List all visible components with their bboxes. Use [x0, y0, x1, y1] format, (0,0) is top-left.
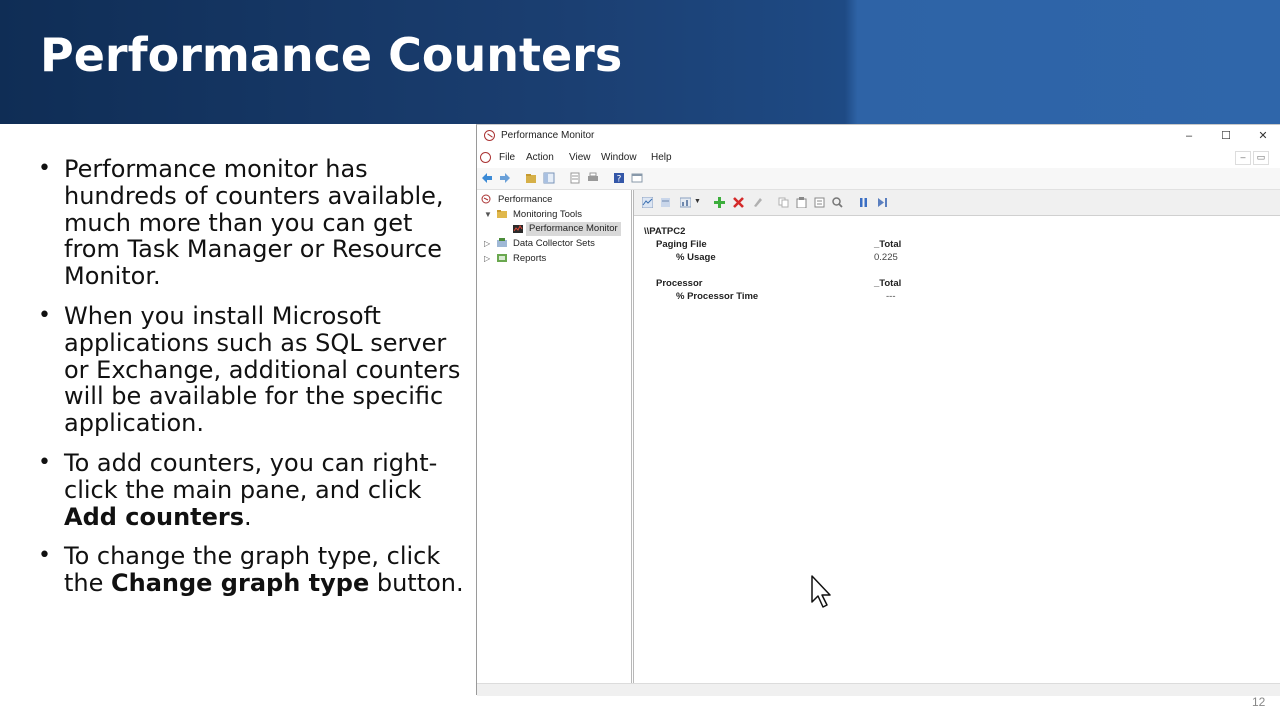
copy-properties-icon[interactable]	[778, 197, 789, 208]
performance-chart-icon	[513, 225, 523, 233]
bullet-dot: •	[38, 156, 51, 181]
bullet-text-prefix: To add counters, you can right-click the…	[64, 448, 438, 504]
mdi-restore-button[interactable]: ▭	[1253, 151, 1269, 165]
page-number: 12	[1252, 695, 1266, 709]
slide-title: Performance Counters	[40, 28, 623, 82]
object-name: Paging File	[656, 239, 707, 250]
bullet-item: • When you install Microsoft application…	[38, 303, 468, 437]
up-folder-icon[interactable]	[525, 172, 537, 184]
bullet-dot: •	[38, 543, 51, 569]
view-current-activity-icon[interactable]	[642, 197, 653, 208]
slide-header: Performance Counters	[0, 0, 1280, 124]
performance-monitor-window: Performance Monitor – ☐ ✕ File Action Vi…	[476, 124, 1280, 696]
perfmon-icon[interactable]	[480, 152, 491, 163]
main-pane[interactable]: ▼ \\PATPC2 Paging File _Total % Usage 0.…	[633, 190, 1280, 683]
console-icon[interactable]	[631, 172, 643, 184]
paste-counter-list-icon[interactable]	[796, 197, 807, 208]
close-button[interactable]: ✕	[1248, 127, 1278, 145]
menu-help[interactable]: Help	[651, 152, 672, 163]
bullet-text-suffix: button.	[369, 569, 464, 598]
menu-bar: File Action View Window Help – ▭	[477, 147, 1280, 168]
mdi-minimize-button[interactable]: –	[1235, 151, 1251, 165]
object-name: Processor	[656, 278, 703, 289]
menu-window[interactable]: Window	[601, 152, 637, 163]
instance-name: _Total	[874, 278, 902, 289]
menu-file[interactable]: File	[499, 152, 515, 163]
minimize-button[interactable]: –	[1174, 127, 1204, 145]
svg-text:?: ?	[617, 175, 622, 185]
tree-item-performance[interactable]: Performance	[498, 193, 552, 207]
back-arrow-icon[interactable]	[481, 172, 493, 184]
bullet-dot: •	[38, 449, 51, 475]
tree-item-performance-monitor[interactable]: Performance Monitor	[526, 222, 621, 236]
tree-item-data-collector-sets[interactable]: Data Collector Sets	[513, 237, 595, 251]
tree-item-reports[interactable]: Reports	[513, 252, 546, 266]
horizontal-scrollbar[interactable]	[477, 683, 1280, 696]
bullet-dot: •	[38, 302, 51, 328]
properties-icon[interactable]	[814, 197, 825, 208]
help-icon[interactable]: ?	[613, 172, 625, 184]
tree-item-monitoring-tools[interactable]: Monitoring Tools	[513, 208, 582, 222]
bullet-text-suffix: .	[244, 502, 252, 531]
computer-name: \\PATPC2	[644, 226, 686, 237]
counter-name: % Usage	[676, 252, 716, 263]
delete-counter-icon[interactable]	[733, 197, 744, 208]
print-icon[interactable]	[587, 172, 599, 184]
chevron-down-icon[interactable]: ▼	[484, 210, 492, 219]
bullet-text-bold: Add counters	[64, 502, 245, 531]
chevron-right-icon[interactable]: ▷	[484, 254, 490, 263]
properties-icon[interactable]	[569, 172, 581, 184]
bullet-text: When you install Microsoft applications …	[64, 301, 461, 438]
mouse-cursor-icon	[811, 575, 831, 608]
update-data-icon[interactable]	[877, 197, 888, 208]
reports-icon	[497, 254, 507, 262]
counter-value: 0.225	[874, 252, 898, 263]
change-graph-type-icon[interactable]	[680, 197, 691, 208]
bullet-item: • To change the graph type, click the Ch…	[38, 543, 468, 597]
data-collector-icon	[497, 238, 507, 247]
chevron-down-icon[interactable]: ▼	[694, 198, 701, 205]
add-counter-icon[interactable]	[714, 197, 725, 208]
view-log-data-icon[interactable]	[660, 197, 671, 208]
main-toolbar: ?	[477, 168, 1280, 190]
navigation-tree: Performance ▼ Monitoring Tools Performan…	[477, 190, 632, 683]
counter-value: ---	[886, 291, 896, 302]
menu-view[interactable]: View	[569, 152, 591, 163]
bullet-item: • To add counters, you can right-click t…	[38, 450, 468, 530]
bullet-text: Performance monitor has hundreds of coun…	[64, 155, 444, 291]
bullet-list: • Performance monitor has hundreds of co…	[38, 156, 468, 610]
chevron-right-icon[interactable]: ▷	[484, 239, 490, 248]
perfmon-icon	[481, 194, 491, 204]
instance-name: _Total	[874, 239, 902, 250]
freeze-display-icon[interactable]	[858, 197, 869, 208]
highlight-icon[interactable]	[752, 197, 763, 208]
maximize-button[interactable]: ☐	[1211, 127, 1241, 145]
show-hide-tree-icon[interactable]	[543, 172, 555, 184]
bullet-text-bold: Change graph type	[111, 569, 370, 598]
zoom-icon[interactable]	[832, 197, 843, 208]
folder-icon	[497, 210, 507, 218]
perfmon-icon	[484, 130, 495, 141]
bullet-item: • Performance monitor has hundreds of co…	[38, 156, 468, 290]
forward-arrow-icon[interactable]	[499, 172, 511, 184]
window-titlebar[interactable]: Performance Monitor – ☐ ✕	[477, 125, 1280, 147]
window-title: Performance Monitor	[501, 130, 595, 141]
graph-toolbar: ▼	[634, 190, 1280, 216]
report-view: \\PATPC2 Paging File _Total % Usage 0.22…	[634, 216, 1280, 683]
menu-action[interactable]: Action	[526, 152, 554, 163]
counter-name: % Processor Time	[676, 291, 759, 302]
